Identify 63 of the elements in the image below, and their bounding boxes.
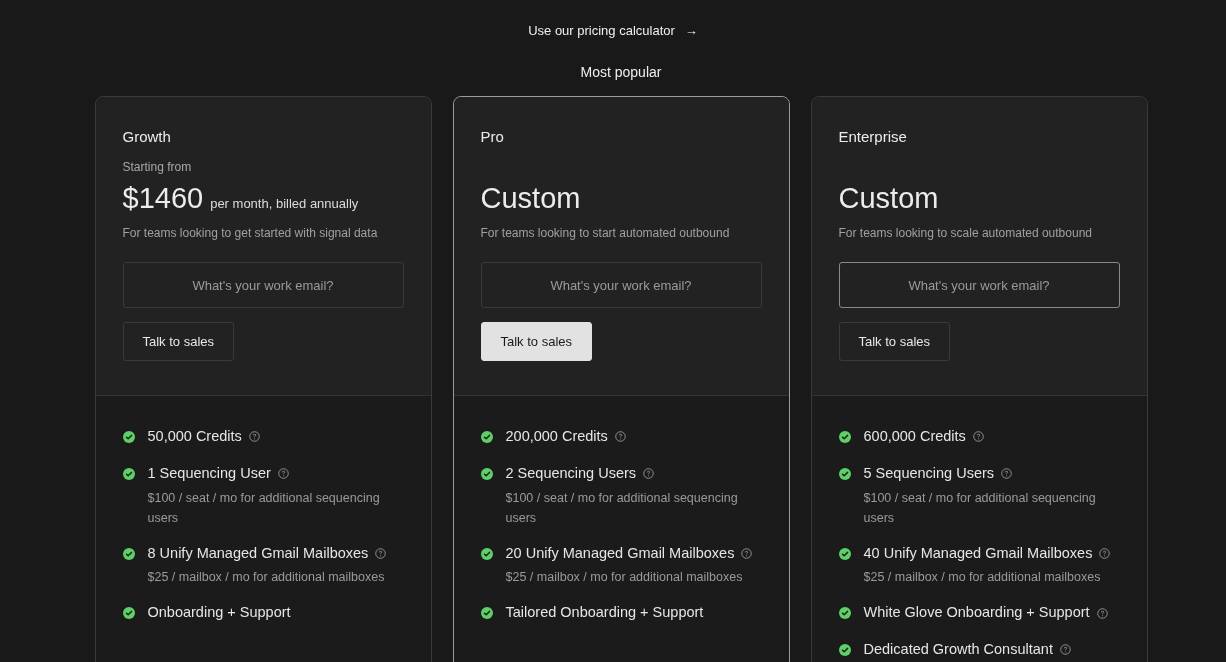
info-icon[interactable] <box>277 468 289 480</box>
check-circle-icon <box>122 467 135 480</box>
feature-text: 50,000 Credits <box>147 427 242 446</box>
check-circle-icon <box>122 547 135 560</box>
check-circle-icon <box>838 644 851 656</box>
info-icon[interactable] <box>1099 547 1111 559</box>
talk-to-sales-button[interactable]: Talk to sales <box>480 322 593 361</box>
plan-description: For teams looking to start automated outbound <box>480 225 731 242</box>
feature-text: White Glove Onboarding + Support <box>863 603 1090 623</box>
feature-text: 2 Sequencing Users <box>505 463 637 483</box>
feature-note: $25 / mailbox / mo for additional mailboxes <box>147 569 386 587</box>
most-popular-label: Most popular <box>580 62 662 82</box>
feature-text: 1 Sequencing User <box>147 463 271 483</box>
check-circle-icon <box>480 547 493 560</box>
info-icon[interactable] <box>972 431 984 443</box>
feature-text: 40 Unify Managed Gmail Mailboxes <box>863 543 1093 563</box>
billing-period: per month, billed annually <box>210 195 359 213</box>
info-icon[interactable] <box>614 431 626 443</box>
plan-price: Custom <box>480 181 581 216</box>
plan-name: Pro <box>480 126 505 147</box>
feature-note: $100 / seat / mo for additional sequencing users <box>505 489 739 527</box>
feature-note: $100 / seat / mo for additional sequencing users <box>147 489 381 527</box>
info-icon[interactable] <box>741 547 753 559</box>
email-field[interactable]: What's your work email? <box>122 262 404 308</box>
plan-name: Growth <box>122 126 172 147</box>
feature-text: 20 Unify Managed Gmail Mailboxes <box>505 543 735 563</box>
plan-description: For teams looking to get started with signal data <box>122 225 379 242</box>
feature-text: Dedicated Growth Consultant <box>863 640 1053 659</box>
arrow-right-icon: → <box>684 21 698 41</box>
info-icon[interactable] <box>643 468 655 480</box>
plan-description: For teams looking to scale automated outbound <box>838 225 1093 242</box>
info-icon[interactable] <box>1059 644 1071 656</box>
check-circle-icon <box>838 431 851 443</box>
check-circle-icon <box>122 431 135 443</box>
feature-text: 8 Unify Managed Gmail Mailboxes <box>147 543 369 563</box>
pricing-calculator-link[interactable]: Use our pricing calculator → <box>528 21 698 41</box>
check-circle-icon <box>480 607 493 620</box>
check-circle-icon <box>480 467 493 480</box>
email-field[interactable]: What's your work email? <box>480 262 762 308</box>
feature-note: $25 / mailbox / mo for additional mailboxes <box>505 569 744 587</box>
check-circle-icon <box>480 431 493 443</box>
feature-text: 200,000 Credits <box>505 427 608 446</box>
feature-note: $25 / mailbox / mo for additional mailboxes <box>863 569 1102 587</box>
info-icon[interactable] <box>1001 468 1013 480</box>
info-icon[interactable] <box>375 547 387 559</box>
check-circle-icon <box>838 547 851 560</box>
starting-from-label: Starting from <box>122 159 192 176</box>
feature-text: 5 Sequencing Users <box>863 463 995 483</box>
feature-text: 600,000 Credits <box>863 427 966 446</box>
check-circle-icon <box>838 607 851 620</box>
plan-name: Enterprise <box>838 126 908 147</box>
info-icon[interactable] <box>1096 607 1108 619</box>
check-circle-icon <box>122 607 135 620</box>
info-icon[interactable] <box>248 431 260 443</box>
feature-text: Onboarding + Support <box>147 603 291 623</box>
talk-to-sales-button[interactable]: Talk to sales <box>122 322 235 361</box>
email-field[interactable]: What's your work email? <box>838 262 1120 308</box>
plan-price: $1460 <box>122 181 204 216</box>
feature-note: $100 / seat / mo for additional sequencing users <box>863 489 1097 527</box>
plan-price: Custom <box>838 181 939 216</box>
feature-text: Tailored Onboarding + Support <box>505 603 704 623</box>
talk-to-sales-button[interactable]: Talk to sales <box>838 322 951 361</box>
check-circle-icon <box>838 467 851 480</box>
